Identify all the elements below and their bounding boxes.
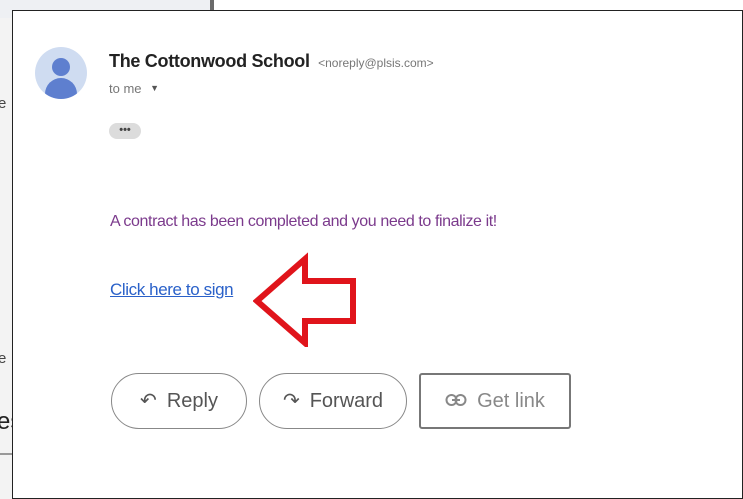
caret-down-icon[interactable]: ▼ (150, 83, 159, 93)
link-icon (445, 391, 467, 411)
sender-email: <noreply@plsis.com> (318, 56, 434, 70)
background-divider (0, 453, 12, 455)
forward-button[interactable]: ↷ Forward (259, 373, 407, 429)
person-avatar-icon[interactable] (35, 47, 87, 99)
reply-button[interactable]: ↶ Reply (111, 373, 247, 429)
email-body-text: A contract has been completed and you ne… (110, 213, 497, 230)
reply-arrow-icon: ↶ (140, 390, 157, 412)
recipient-label: to me (109, 81, 142, 96)
background-text-fragment: e (0, 350, 7, 367)
get-link-button[interactable]: Get link (419, 373, 571, 429)
email-message-panel: The Cottonwood School <noreply@plsis.com… (12, 10, 743, 499)
background-text-fragment: e (0, 95, 7, 112)
red-outline-arrow-icon (253, 252, 356, 347)
get-link-label: Get link (477, 389, 545, 412)
recipient-toggle[interactable]: to me ▼ (109, 81, 159, 96)
reply-label: Reply (166, 389, 218, 412)
sign-link[interactable]: Click here to sign (110, 280, 234, 300)
avatar-head (52, 58, 70, 76)
avatar-body (45, 78, 77, 99)
show-trimmed-content-button[interactable]: ••• (109, 123, 141, 139)
sender-line: The Cottonwood School <noreply@plsis.com… (109, 51, 434, 72)
forward-arrow-icon: ↷ (282, 390, 300, 412)
sender-name[interactable]: The Cottonwood School (109, 51, 310, 71)
forward-label: Forward (309, 389, 384, 412)
